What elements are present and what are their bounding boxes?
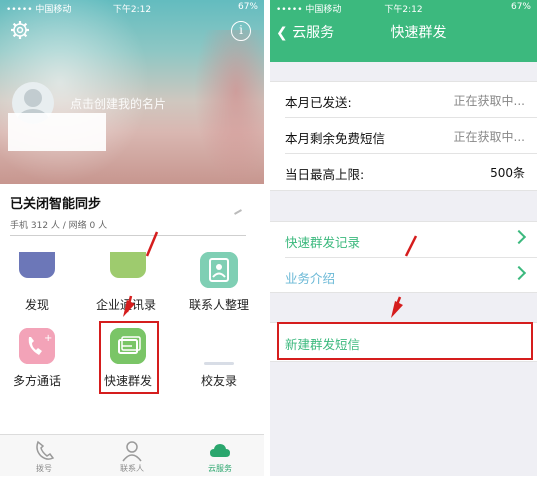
status-bar: ••••• 中国移动 下午2:12 67% bbox=[0, 0, 264, 16]
phone-icon bbox=[36, 440, 55, 460]
battery-label: 67% bbox=[237, 2, 258, 12]
clock: 下午2:12 bbox=[384, 5, 423, 15]
grid-item-label: 联系人整理 bbox=[188, 298, 249, 312]
contact-organize-icon bbox=[200, 252, 238, 288]
grid-item-enterprise-contacts[interactable]: 企业通讯录 bbox=[88, 252, 168, 322]
service-intro-row[interactable]: 业务介绍 bbox=[270, 258, 537, 294]
grid-item-label: 多方通话 bbox=[12, 374, 61, 388]
sync-indicator bbox=[234, 209, 242, 215]
gear-icon[interactable] bbox=[10, 20, 30, 40]
tab-label: 拨号 bbox=[36, 464, 52, 473]
sync-status-title: 已关闭智能同步 bbox=[10, 197, 102, 212]
stats-row: 当日最高上限: 500条 bbox=[270, 154, 537, 190]
chevron-right-icon bbox=[511, 229, 527, 245]
battery-label: 67% bbox=[510, 2, 531, 12]
row-label: 本月剩余免费短信 bbox=[285, 131, 386, 146]
row-label: 本月已发送: bbox=[285, 95, 352, 110]
grid-item-alumni[interactable]: 校友录 bbox=[179, 325, 259, 395]
carrier-label: ••••• 中国移动 bbox=[276, 5, 342, 15]
stats-row: 本月剩余免费短信 正在获取中... bbox=[270, 118, 537, 154]
info-icon[interactable]: i bbox=[231, 21, 251, 41]
sync-stats: 手机 312 人 / 网络 0 人 bbox=[10, 221, 108, 231]
stats-group: 本月已发送: 正在获取中... 本月剩余免费短信 正在获取中... 当日最高上限… bbox=[270, 81, 537, 191]
multi-call-icon: + bbox=[19, 328, 55, 364]
links-group: 快速群发记录 业务介绍 bbox=[270, 221, 537, 293]
grid-item-label: 发现 bbox=[24, 298, 49, 312]
grid-item-label: 校友录 bbox=[200, 374, 237, 388]
row-value: 500条 bbox=[490, 166, 525, 180]
person-icon bbox=[122, 441, 142, 462]
discover-icon bbox=[19, 252, 55, 278]
alumni-icon bbox=[204, 362, 234, 365]
row-value: 正在获取中... bbox=[453, 94, 525, 108]
grid-item-multi-call[interactable]: + 多方通话 bbox=[0, 325, 77, 395]
tab-cloud-service[interactable]: 云服务 bbox=[176, 435, 264, 476]
enterprise-contacts-icon bbox=[110, 252, 146, 278]
left-phone-screen: ••••• 中国移动 下午2:12 67% i 点击创建我的名片 已关闭智能同步… bbox=[0, 0, 264, 476]
highlight-box bbox=[277, 322, 533, 360]
row-value: 正在获取中... bbox=[453, 130, 525, 144]
tab-contacts[interactable]: 联系人 bbox=[88, 435, 176, 476]
status-bar: ••••• 中国移动 下午2:12 67% bbox=[270, 0, 537, 16]
highlight-box bbox=[99, 321, 159, 394]
grid-item-label: 企业通讯录 bbox=[96, 298, 157, 312]
clock: 下午2:12 bbox=[112, 5, 152, 15]
svg-text:+: + bbox=[44, 333, 52, 344]
grid-item-contact-organize[interactable]: 联系人整理 bbox=[179, 252, 259, 322]
page-title: 快速群发 bbox=[390, 25, 447, 41]
tab-label: 联系人 bbox=[120, 464, 144, 473]
tab-label: 云服务 bbox=[208, 464, 232, 473]
row-label: 业务介绍 bbox=[285, 271, 336, 286]
cloud-icon bbox=[210, 444, 230, 457]
row-label: 当日最高上限: bbox=[285, 167, 365, 182]
tab-bar: 拨号 联系人 云服务 bbox=[0, 434, 264, 476]
broadcast-records-row[interactable]: 快速群发记录 bbox=[270, 222, 537, 258]
right-phone-screen: ••••• 中国移动 下午2:12 67% ❮ 云服务 快速群发 本月已发送: … bbox=[270, 0, 537, 476]
redacted-box bbox=[8, 113, 106, 151]
stats-row: 本月已发送: 正在获取中... bbox=[270, 82, 537, 118]
carrier-label: ••••• 中国移动 bbox=[6, 5, 72, 15]
nav-bar: ••••• 中国移动 下午2:12 67% ❮ 云服务 快速群发 bbox=[270, 0, 537, 62]
tab-dial[interactable]: 拨号 bbox=[0, 435, 88, 476]
sync-divider bbox=[10, 235, 246, 236]
chevron-right-icon bbox=[511, 265, 527, 281]
row-label: 快速群发记录 bbox=[285, 235, 361, 250]
create-card-link[interactable]: 点击创建我的名片 bbox=[70, 95, 166, 112]
grid-item-discover[interactable]: 发现 bbox=[0, 252, 77, 322]
